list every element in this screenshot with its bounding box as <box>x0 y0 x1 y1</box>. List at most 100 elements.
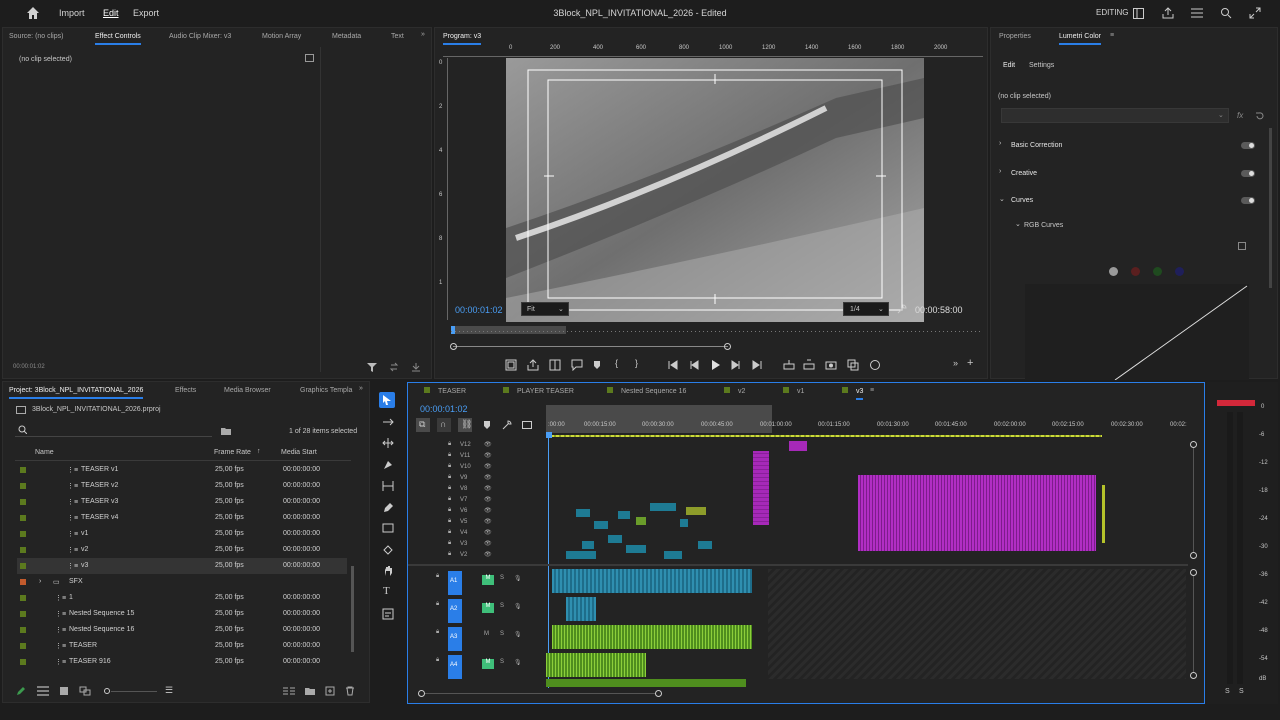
rgb-curves-label[interactable]: RGB Curves <box>1024 222 1063 229</box>
list-item[interactable]: › ▭ SFX <box>17 574 347 590</box>
track-label-a2[interactable]: A2 <box>448 599 462 623</box>
list-item[interactable]: ⋮≡ TEASER v2 25,00 fps 00:00:00:00 <box>17 478 347 494</box>
more-controls-icon[interactable]: » <box>953 358 958 368</box>
eye-icon[interactable]: 👁︎ <box>484 540 492 547</box>
snap-button[interactable]: ∩ <box>437 418 451 432</box>
tab-program[interactable]: Program: v3 <box>443 33 482 45</box>
zoom-slider[interactable] <box>111 691 157 692</box>
tab-v1[interactable]: v1 <box>797 388 804 395</box>
solo-button[interactable]: S <box>500 603 504 609</box>
list-view-icon[interactable] <box>37 686 49 696</box>
wrench-icon[interactable] <box>897 304 907 314</box>
search-icon[interactable] <box>1220 7 1232 19</box>
lock-icon[interactable]: 🔒︎ <box>436 573 439 580</box>
find-icon[interactable] <box>305 686 315 696</box>
list-item[interactable]: ⋮≡ Nested Sequence 15 25,00 fps 00:00:00:00 <box>17 606 347 622</box>
tab-player-teaser[interactable]: PLAYER TEASER <box>517 388 574 395</box>
list-item[interactable]: ⋮≡ TEASER v1 25,00 fps 00:00:00:00 <box>17 462 347 478</box>
track-label-v9[interactable]: V9 <box>460 475 467 481</box>
work-area-bar[interactable] <box>546 405 772 433</box>
video-frame[interactable] <box>506 58 924 322</box>
lock-icon[interactable]: 🔒︎ <box>436 629 439 636</box>
eye-icon[interactable]: 👁︎ <box>484 474 492 481</box>
video-clip[interactable] <box>753 451 769 525</box>
insert-sequence-button[interactable]: ⧉ <box>416 418 430 432</box>
column-name[interactable]: Name <box>35 449 54 456</box>
eye-icon[interactable]: 👁︎ <box>484 529 492 536</box>
workspace-panel-icon[interactable] <box>1133 8 1144 19</box>
audio-clip[interactable] <box>546 653 646 677</box>
mic-icon[interactable]: 🎙︎ <box>514 659 522 666</box>
mute-button[interactable]: M <box>482 603 494 613</box>
sort-up-icon[interactable]: ↑ <box>257 448 261 455</box>
chevron-down-icon[interactable]: ⌄ <box>999 195 1005 203</box>
curves-toggle[interactable] <box>1241 197 1255 204</box>
zoom-slider-handle[interactable] <box>104 688 110 694</box>
track-label-a1[interactable]: A1 <box>448 571 462 595</box>
track-label-v11[interactable]: V11 <box>460 453 470 459</box>
track-label-v12[interactable]: V12 <box>460 442 471 448</box>
eye-icon[interactable]: 👁︎ <box>484 463 492 470</box>
razor-icon[interactable] <box>382 459 394 471</box>
video-clip[interactable] <box>626 545 646 553</box>
selection-tool-button[interactable] <box>379 392 395 408</box>
track-label-v10[interactable]: V10 <box>460 464 471 470</box>
go-to-out-icon[interactable] <box>751 359 763 371</box>
list-item[interactable]: ⋮≡ v2 25,00 fps 00:00:00:00 <box>17 542 347 558</box>
lock-icon[interactable]: 🔒︎ <box>436 601 439 608</box>
lock-icon[interactable]: 🔒︎ <box>448 507 451 514</box>
video-clip[interactable] <box>566 551 596 559</box>
go-to-in-icon[interactable] <box>667 359 679 371</box>
tab-menu-icon[interactable]: ≡ <box>870 387 874 394</box>
lock-icon[interactable]: 🔒︎ <box>448 551 451 558</box>
clip-select-dropdown[interactable]: ⌄ <box>1001 108 1229 123</box>
list-item[interactable]: ⋮≡ TEASER v3 25,00 fps 00:00:00:00 <box>17 494 347 510</box>
creative-toggle[interactable] <box>1241 170 1255 177</box>
lock-icon[interactable]: 🔒︎ <box>436 657 439 664</box>
lock-icon[interactable]: 🔒︎ <box>448 529 451 536</box>
video-clip[interactable] <box>686 507 706 515</box>
list-item[interactable]: ⋮≡ TEASER v4 25,00 fps 00:00:00:00 <box>17 510 347 526</box>
program-scrub-bar[interactable] <box>451 326 981 334</box>
tab-properties[interactable]: Properties <box>999 33 1031 40</box>
track-label-v8[interactable]: V8 <box>460 486 467 492</box>
trash-icon[interactable] <box>345 686 355 696</box>
linked-selection-button[interactable]: ⛓ <box>458 418 472 432</box>
horizontal-zoom-bar[interactable] <box>418 689 662 699</box>
step-back-icon[interactable] <box>689 359 701 371</box>
new-item-icon[interactable] <box>325 686 335 696</box>
safe-margins-icon[interactable] <box>505 359 517 371</box>
list-item[interactable]: ⋮≡ v1 25,00 fps 00:00:00:00 <box>17 526 347 542</box>
type-tool-icon[interactable]: T <box>383 585 390 597</box>
video-clip[interactable] <box>680 519 688 527</box>
tab-menu-icon[interactable]: ≡ <box>1110 32 1114 39</box>
track-label-v7[interactable]: V7 <box>460 497 467 503</box>
project-scrollbar[interactable] <box>351 566 354 652</box>
track-select-icon[interactable] <box>382 417 394 427</box>
audio-clip[interactable] <box>546 679 746 687</box>
audio-clip[interactable] <box>552 625 752 649</box>
video-clip[interactable] <box>789 441 807 451</box>
chevron-right-icon[interactable]: › <box>999 140 1001 147</box>
video-clip[interactable] <box>594 521 608 529</box>
lock-icon[interactable]: 🔒︎ <box>448 485 451 492</box>
tab-nested-sequence-16[interactable]: Nested Sequence 16 <box>621 388 686 395</box>
video-clip[interactable] <box>618 511 630 519</box>
pen-icon[interactable] <box>382 502 394 514</box>
caption-icon[interactable] <box>382 608 394 620</box>
video-scrollbar[interactable] <box>1189 439 1199 563</box>
vr-icon[interactable] <box>869 359 881 371</box>
video-clip[interactable] <box>664 551 682 559</box>
multicam-icon[interactable] <box>847 359 859 371</box>
comment-icon[interactable] <box>571 359 583 371</box>
eye-icon[interactable]: 👁︎ <box>484 518 492 525</box>
curve-graph[interactable] <box>1025 284 1249 380</box>
reset-icon[interactable] <box>1255 111 1265 120</box>
track-label-a4[interactable]: A4 <box>448 655 462 679</box>
wrench-icon[interactable] <box>502 420 512 430</box>
video-clip[interactable] <box>636 517 646 525</box>
mute-button[interactable]: M <box>482 575 494 585</box>
icon-view-icon[interactable] <box>59 686 69 696</box>
panel-toggle-icon[interactable] <box>305 54 314 62</box>
rgb-curves-checkbox[interactable] <box>1238 242 1246 250</box>
